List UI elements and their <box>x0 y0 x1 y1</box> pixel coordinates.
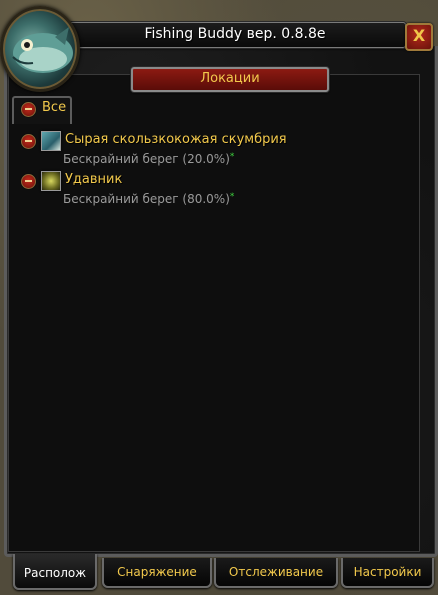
item-location: Бескрайний берег (20.0%)* <box>63 152 234 166</box>
tab-gear[interactable]: Снаряжение <box>102 558 212 588</box>
collapse-item-icon[interactable] <box>21 174 36 189</box>
star-icon: * <box>229 192 235 202</box>
item-location-text: Бескрайний берег (80.0%) <box>63 192 230 206</box>
fish-icon[interactable] <box>41 131 61 151</box>
item-name[interactable]: Сырая скользкокожая скумбрия <box>65 132 287 147</box>
collapse-item-icon[interactable] <box>21 134 36 149</box>
item-location-text: Бескрайний берег (20.0%) <box>63 152 230 166</box>
fish-portrait-icon <box>0 6 80 92</box>
tab-settings[interactable]: Настройки <box>341 558 434 588</box>
title-bar[interactable]: Fishing Buddy вер. 0.8.8e <box>64 22 406 48</box>
tab-tracking[interactable]: Отслеживание <box>214 558 338 588</box>
star-icon: * <box>229 152 235 162</box>
item-name[interactable]: Удавник <box>65 172 122 187</box>
collapse-all-icon[interactable] <box>21 102 36 117</box>
tab-locations[interactable]: Располож <box>13 554 97 590</box>
window-title: Fishing Buddy вер. 0.8.8e <box>144 26 326 42</box>
seaweed-icon[interactable] <box>41 171 61 191</box>
close-icon: X <box>412 26 426 45</box>
item-location: Бескрайний берег (80.0%)* <box>63 192 234 206</box>
locations-button[interactable]: Локации <box>131 67 329 92</box>
close-button[interactable]: X <box>405 23 433 51</box>
group-label-all: Все <box>42 100 67 115</box>
